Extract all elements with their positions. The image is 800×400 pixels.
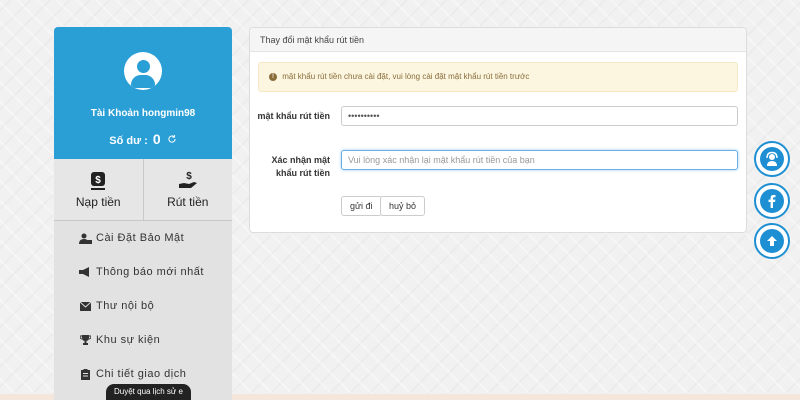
- sidebar-item-notifications[interactable]: Thông báo mới nhất: [54, 255, 232, 289]
- sidebar-item-label: Cài Đặt Bảo Mật: [96, 232, 185, 244]
- withdraw-button[interactable]: $ Rút tiền: [142, 159, 233, 220]
- sidebar-item-label: Thông báo mới nhất: [96, 266, 204, 278]
- svg-text:$: $: [186, 171, 192, 182]
- confirm-password-label: Xác nhận mật khẩu rút tiền: [271, 155, 330, 178]
- sidebar-item-inbox[interactable]: Thư nội bộ: [54, 289, 232, 323]
- withdraw-label: Rút tiền: [167, 195, 209, 209]
- sidebar-menu: Cài Đặt Bảo Mật Thông báo mới nhất Thư n…: [54, 221, 232, 391]
- username: hongmin98: [141, 108, 196, 119]
- tooltip: Duyệt qua lịch sử e: [106, 384, 191, 400]
- deposit-label: Nạp tiền: [75, 195, 121, 209]
- hand-holding-dollar-icon: $: [144, 169, 233, 191]
- envelope-icon: [78, 301, 92, 311]
- arrow-up-icon: [760, 229, 784, 253]
- money-actions: $ Nạp tiền $ Rút tiền: [54, 159, 232, 221]
- account-label: Tài Khoản: [90, 108, 140, 119]
- alert-text: mật khẩu rút tiền chưa cài đặt, vui lòng…: [282, 72, 530, 81]
- scroll-top-button[interactable]: [754, 223, 790, 259]
- sidebar-item-security[interactable]: Cài Đặt Bảo Mật: [54, 221, 232, 255]
- info-icon: !: [269, 72, 277, 81]
- avatar-icon: [124, 52, 162, 90]
- facebook-icon: [760, 189, 784, 213]
- clipboard-icon: [78, 368, 92, 380]
- warning-alert: ! mật khẩu rút tiền chưa cài đặt, vui lò…: [258, 62, 738, 92]
- submit-button[interactable]: gửi đi: [341, 196, 382, 216]
- deposit-button[interactable]: $ Nạp tiền: [54, 159, 143, 220]
- sidebar-item-events[interactable]: Khu sự kiện: [54, 323, 232, 357]
- confirm-password-input[interactable]: [341, 150, 738, 170]
- cancel-button[interactable]: huỷ bỏ: [380, 196, 426, 216]
- money-bag-icon: $: [54, 169, 143, 191]
- sidebar-item-label: Thư nội bộ: [96, 300, 155, 312]
- svg-text:$: $: [95, 175, 101, 186]
- withdraw-password-input[interactable]: [341, 106, 738, 126]
- balance-label: Số dư :: [109, 135, 148, 147]
- account-sidebar: Tài Khoản hongmin98 Số dư : 0 $ Nạp tiền…: [54, 27, 232, 400]
- support-button[interactable]: [754, 141, 790, 177]
- profile-card: Tài Khoản hongmin98 Số dư : 0: [54, 27, 232, 159]
- sidebar-item-label: Khu sự kiện: [96, 334, 161, 346]
- refresh-icon[interactable]: [167, 134, 177, 147]
- facebook-button[interactable]: [754, 183, 790, 219]
- bullhorn-icon: [78, 267, 92, 277]
- balance-value: 0: [152, 131, 161, 147]
- change-withdraw-password-panel: Thay đổi mật khẩu rút tiền ! mật khẩu rú…: [249, 27, 747, 233]
- password-label: mật khẩu rút tiền: [257, 111, 330, 121]
- sidebar-item-label: Chi tiết giao dịch: [96, 368, 187, 380]
- account-line: Tài Khoản hongmin98: [54, 108, 232, 119]
- trophy-icon: [78, 335, 92, 345]
- support-agent-icon: [760, 147, 784, 171]
- user-lock-icon: [78, 233, 92, 244]
- panel-title: Thay đổi mật khẩu rút tiền: [250, 28, 746, 52]
- balance-line: Số dư : 0: [54, 131, 232, 147]
